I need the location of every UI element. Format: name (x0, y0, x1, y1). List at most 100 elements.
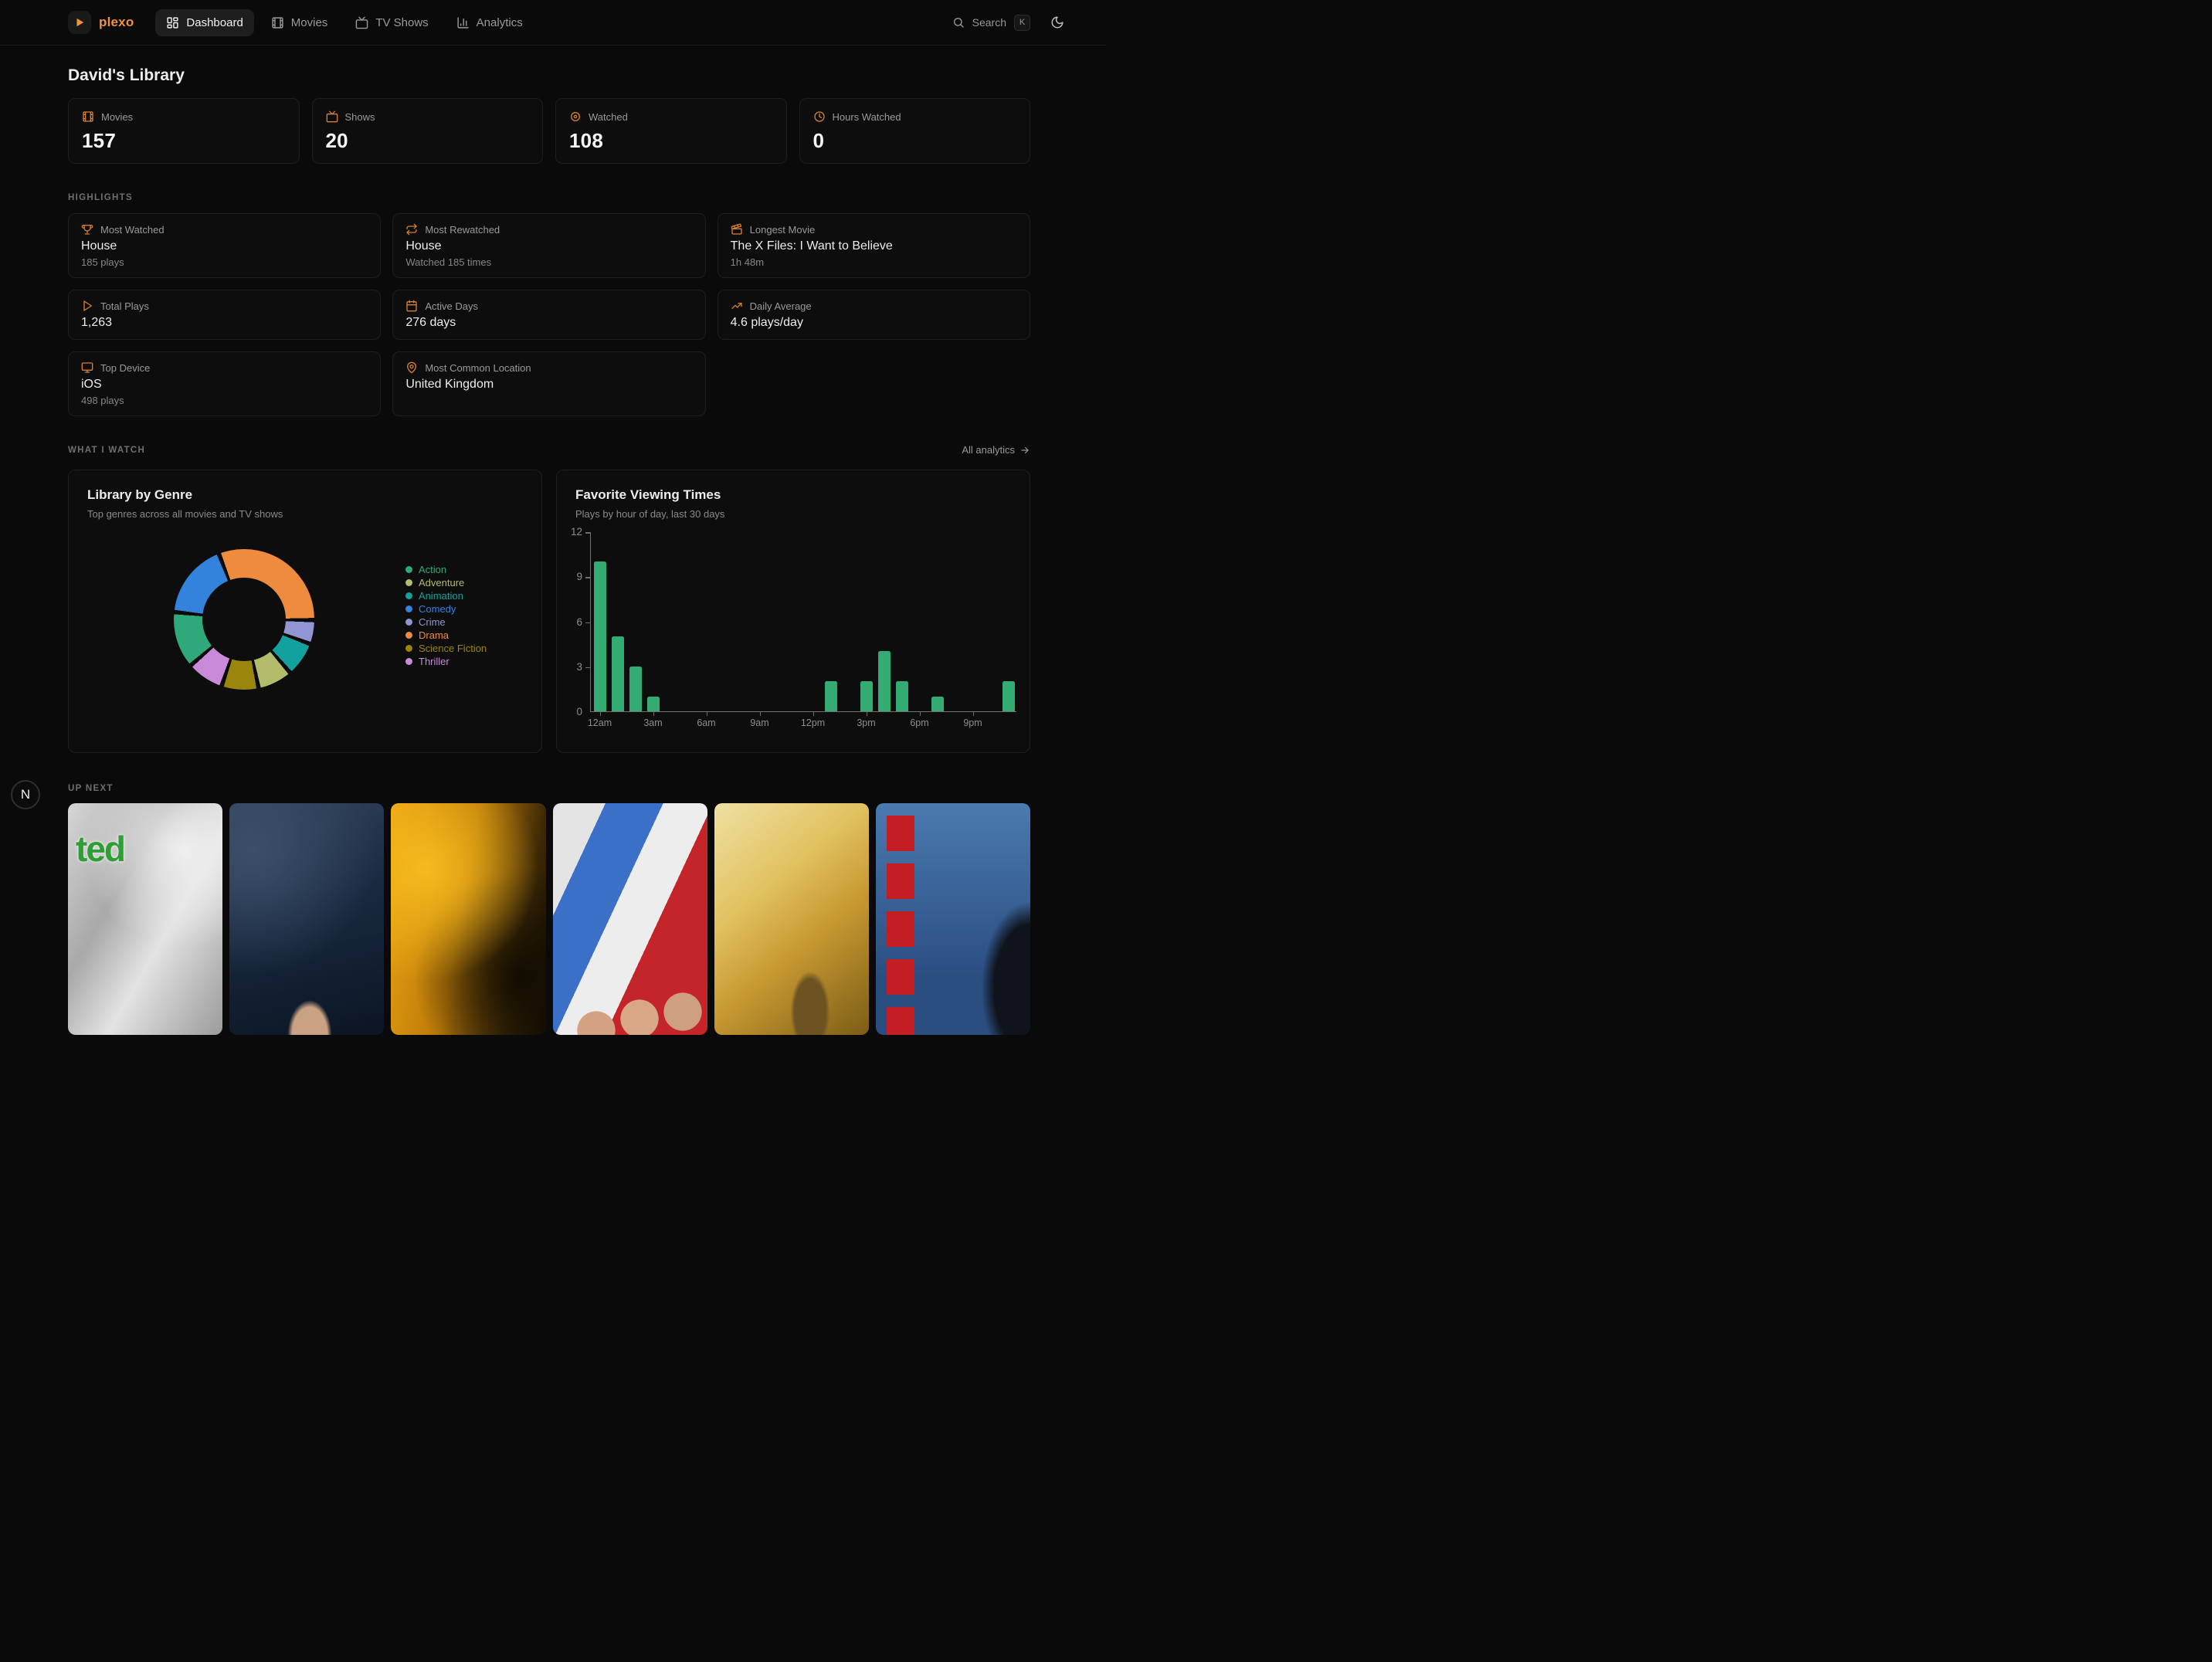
bar-hour-0 (594, 561, 606, 711)
legend-item: Science Fiction (405, 642, 487, 655)
bar-hour-3 (647, 697, 660, 711)
nav-tab-movies[interactable]: Movies (260, 9, 339, 36)
stats-row: Movies 157 Shows 20 Watched 108 Hours Wa… (68, 98, 1030, 164)
y-axis-tick (585, 667, 590, 669)
stat-value: 108 (569, 129, 773, 153)
highlight-sub: 1h 48m (731, 256, 1017, 268)
x-axis-tick (973, 712, 975, 716)
highlight-label: Top Device (100, 362, 150, 374)
dev-badge-label: N (21, 787, 30, 802)
legend-label: Action (419, 563, 446, 576)
x-axis-tick-label: 9am (743, 717, 777, 728)
highlight-label: Active Days (425, 300, 478, 312)
viewing-times-title: Favorite Viewing Times (575, 487, 1011, 503)
all-analytics-label: All analytics (962, 444, 1015, 456)
x-axis-tick (760, 712, 762, 716)
legend-dot (405, 579, 412, 586)
highlight-label: Most Watched (100, 224, 165, 236)
highlight-card-total-plays: Total Plays 1,263 (68, 290, 381, 340)
bar-hour-2 (629, 666, 642, 711)
x-axis-tick-label: 6am (690, 717, 724, 728)
app-logo[interactable]: plexo (68, 11, 134, 34)
nav-tab-label: Dashboard (186, 16, 243, 29)
app-name: plexo (99, 15, 134, 30)
legend-dot (405, 645, 412, 652)
all-analytics-link[interactable]: All analytics (962, 444, 1030, 456)
x-axis-tick-label: 3am (636, 717, 670, 728)
nav-tab-tv-shows[interactable]: TV Shows (344, 9, 439, 36)
highlight-card-most-common-location: Most Common Location United Kingdom (392, 351, 705, 416)
map-pin-icon (405, 361, 418, 374)
play-logo-icon (68, 11, 91, 34)
genre-chart-subtitle: Top genres across all movies and TV show… (87, 508, 523, 520)
legend-dot (405, 592, 412, 599)
y-axis-tick-label: 3 (559, 661, 582, 673)
tv-icon (326, 110, 338, 123)
y-axis-tick-label: 12 (559, 526, 582, 538)
x-axis-tick (813, 712, 815, 716)
bar-hour-19 (931, 697, 944, 711)
highlight-value: The X Files: I Want to Believe (731, 239, 1017, 253)
genre-legend: ActionAdventureAnimationComedyCrimeDrama… (405, 563, 487, 668)
poster-ted[interactable]: ted (68, 803, 222, 1035)
up-next-row: ted (68, 803, 1030, 1035)
legend-item: Adventure (405, 576, 487, 589)
viewing-times-bar-chart: 03691212am3am6am9am12pm3pm6pm9pm (590, 532, 1016, 712)
legend-item: Drama (405, 629, 487, 642)
legend-label: Comedy (419, 602, 456, 616)
up-next-section-label: UP NEXT (68, 784, 1030, 793)
stat-card-movies: Movies 157 (68, 98, 300, 164)
poster-4[interactable] (553, 803, 707, 1035)
genre-chart-title: Library by Genre (87, 487, 523, 503)
legend-label: Science Fiction (419, 642, 487, 655)
y-axis-tick (585, 622, 590, 624)
y-axis-tick-label: 0 (559, 706, 582, 717)
theme-toggle[interactable] (1050, 15, 1064, 29)
legend-label: Adventure (419, 576, 464, 589)
nav-tab-dashboard[interactable]: Dashboard (155, 9, 253, 36)
dev-badge-button[interactable]: N (11, 780, 40, 809)
poster-6[interactable] (876, 803, 1030, 1035)
highlight-card-most-rewatched: Most Rewatched House Watched 185 times (392, 213, 705, 278)
legend-dot (405, 605, 412, 612)
nav-tab-analytics[interactable]: Analytics (446, 9, 534, 36)
search-button[interactable]: Search K (952, 15, 1030, 31)
clock-icon (813, 110, 826, 123)
search-shortcut-badge: K (1014, 15, 1030, 31)
eye-icon (569, 110, 582, 123)
poster-ted-title: ted (76, 828, 124, 870)
bar-hour-17 (896, 681, 908, 711)
poster-5[interactable] (714, 803, 869, 1035)
highlight-value: 1,263 (81, 316, 368, 330)
page-title: David's Library (68, 66, 1030, 85)
highlight-value: iOS (81, 378, 368, 392)
x-axis-tick-label: 12pm (796, 717, 830, 728)
highlight-sub: 185 plays (81, 256, 368, 268)
film-icon (271, 16, 284, 29)
y-axis-tick (585, 577, 590, 578)
nav-tab-label: Movies (291, 16, 328, 29)
highlight-label: Longest Movie (750, 224, 816, 236)
poster-3[interactable] (391, 803, 545, 1035)
nav-right: Search K (952, 15, 1064, 31)
highlight-card-top-device: Top Device iOS 498 plays (68, 351, 381, 416)
y-axis-tick-label: 9 (559, 571, 582, 582)
repeat-icon (405, 223, 418, 236)
poster-2[interactable] (229, 803, 384, 1035)
highlight-value: 276 days (405, 316, 692, 330)
bar-hour-13 (825, 681, 837, 711)
top-nav: plexo Dashboard Movies TV Shows Analytic… (0, 0, 1106, 46)
chart-column-icon (456, 16, 470, 29)
clapperboard-icon (731, 223, 743, 236)
play-icon (81, 300, 93, 312)
bar-hour-23 (1003, 681, 1015, 711)
highlight-value: 4.6 plays/day (731, 316, 1017, 330)
tv-icon (355, 16, 368, 29)
stat-card-shows: Shows 20 (312, 98, 544, 164)
trending-up-icon (731, 300, 743, 312)
highlight-value: United Kingdom (405, 378, 692, 392)
stat-label: Movies (101, 111, 133, 123)
highlight-card-active-days: Active Days 276 days (392, 290, 705, 340)
arrow-right-icon (1019, 445, 1030, 456)
highlight-label: Daily Average (750, 300, 812, 312)
